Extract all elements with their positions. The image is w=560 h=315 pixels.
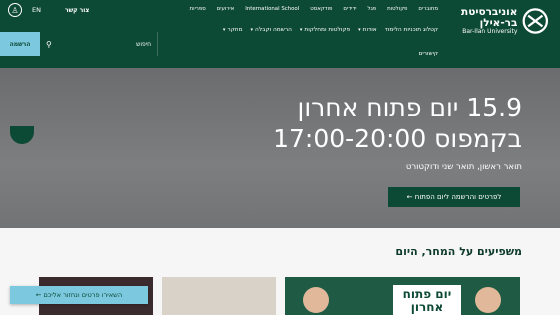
hero-subtitle: תואר ראשון, תואר שני ודוקטורט: [405, 162, 522, 172]
nav-research-label: מחקר: [227, 27, 243, 33]
register-button[interactable]: הרשמה: [0, 32, 40, 56]
card-students[interactable]: [162, 277, 276, 315]
top-link-libraries[interactable]: ספריות: [190, 6, 206, 12]
contact-link[interactable]: צור קשר: [65, 7, 89, 14]
chevron-down-icon: ▾: [250, 27, 254, 33]
language-toggle[interactable]: EN: [32, 6, 41, 14]
nav-links[interactable]: קישורים: [418, 51, 438, 57]
site-header: אוניברסיטת בר-אילן Bar-Ilan University מ…: [0, 0, 560, 68]
chat-icon[interactable]: [10, 126, 34, 144]
nav-catalog[interactable]: קטלוג תוכניות הלימוד: [385, 27, 438, 33]
nav-faculties[interactable]: ▾ פקולטות ומחלקות: [300, 27, 350, 33]
search-label: חיפוש: [136, 40, 151, 48]
chevron-down-icon: ▾: [299, 27, 303, 33]
nav-faculties-label: פקולטות ומחלקות: [304, 27, 351, 33]
main-nav: קטלוג תוכניות הלימוד ▾ אודות ▾ פקולטות ומח…: [223, 27, 438, 33]
nav-research[interactable]: ▾ מחקר: [223, 27, 243, 33]
person-image: [303, 287, 329, 313]
hero-banner: 15.9 יום פתוח אחרון בקמפוס 17:00-20:00 ת…: [0, 68, 560, 286]
search-icon[interactable]: ⚲: [46, 40, 52, 49]
open-day-badge: יום פתוח אחרון: [393, 285, 461, 315]
top-link-events[interactable]: אירועים: [217, 6, 234, 12]
top-link-faculties[interactable]: פקולטות: [387, 6, 407, 12]
top-link-podcast[interactable]: פודקאסט: [310, 6, 332, 12]
utility-bar: ♙ EN צור קשר: [8, 3, 89, 17]
nav-admission[interactable]: ▾ הרשמה וקבלה: [251, 27, 292, 33]
stay-in-touch-button[interactable]: השאירו פרטים ונחזור אליכם ←: [10, 286, 148, 304]
hero-title: 15.9 יום פתוח אחרון בקמפוס 17:00-20:00: [273, 93, 522, 154]
top-link-friends[interactable]: ידידים: [343, 6, 356, 12]
nav-links-label: קישורים: [418, 51, 438, 57]
top-link-connected[interactable]: מחוברים: [418, 6, 438, 12]
accessibility-icon[interactable]: ♙: [8, 3, 22, 17]
top-link-pagal[interactable]: פגל: [368, 6, 377, 12]
nav-admission-label: הרשמה וקבלה: [255, 27, 292, 33]
top-link-international[interactable]: International School: [245, 6, 299, 12]
hero-cta-button[interactable]: לפרטים והרשמה ליום הפתוח ←: [388, 187, 520, 207]
person-image: [475, 287, 501, 313]
search-bar[interactable]: ⚲ חיפוש: [40, 32, 158, 56]
nav-about-label: אודות: [362, 27, 377, 33]
logo-hebrew: אוניברסיטת בר-אילן: [461, 5, 518, 29]
chevron-down-icon: ▾: [358, 27, 361, 33]
logo-icon: [522, 8, 549, 34]
logo-english: Bar-Ilan University: [462, 27, 518, 35]
section-title: משפיעים על המחר, היום: [395, 245, 522, 258]
nav-about[interactable]: ▾ אודות: [358, 27, 377, 33]
chevron-down-icon: ▾: [222, 27, 226, 33]
card-open-day[interactable]: יום פתוח אחרון: [285, 277, 520, 315]
university-logo[interactable]: אוניברסיטת בר-אילן Bar-Ilan University: [430, 4, 550, 38]
top-nav: מחוברים פקולטות פגל ידידים פודקאסט Inter…: [190, 6, 438, 12]
